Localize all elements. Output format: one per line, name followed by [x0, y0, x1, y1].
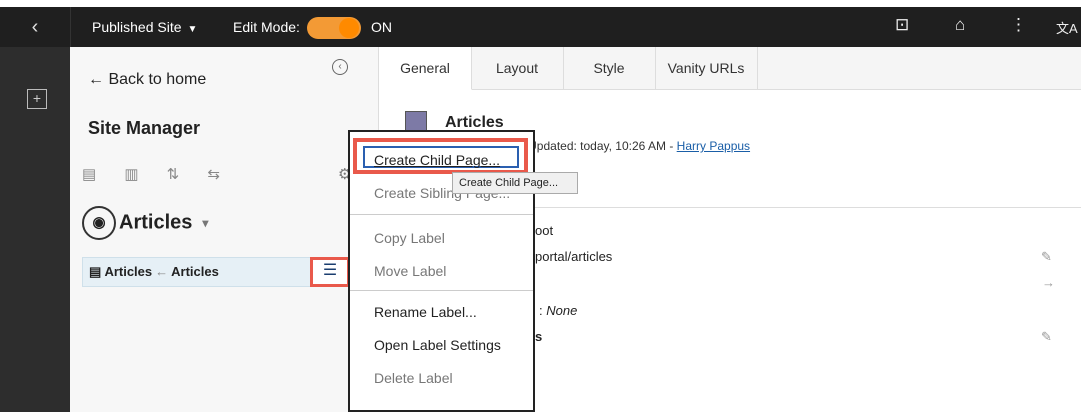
tree-label-b: Articles: [171, 264, 219, 279]
top-strip: [0, 0, 1081, 7]
menu-rename-label[interactable]: Rename Label...: [374, 304, 477, 320]
tree-tool-icons[interactable]: ▤ ▥ ⇅ ⇆: [82, 165, 232, 183]
prop-colon: :: [539, 303, 543, 318]
tree-row-label: ▤ Articles ← Articles: [89, 264, 219, 280]
site-manager-sidebar: ← Back to home ‹ Site Manager ▤ ▥ ⇅ ⇆ ⚙ …: [70, 47, 379, 412]
globe-icon: ◉: [82, 206, 116, 240]
menu-divider: [350, 214, 533, 215]
page-preview-icon[interactable]: ⊡: [895, 15, 909, 35]
row-menu-icon[interactable]: ☰: [310, 257, 350, 287]
arrow-left-small-icon: ←: [155, 264, 169, 279]
top-bar: ‹ Published Site ▼ Edit Mode: ON ⊡ ⌂ ⋮ 文A: [0, 7, 1081, 47]
back-to-home-link[interactable]: ← Back to home: [88, 71, 206, 89]
page-meta: ed |Updated: today, 10:26 AM - Harry Pap…: [505, 139, 750, 153]
prop-s-fragment: s: [535, 329, 543, 344]
collapse-panel-icon[interactable]: ‹: [332, 59, 348, 75]
edit-mode-label: Edit Mode:: [233, 19, 300, 35]
more-options-icon[interactable]: ⋮: [1010, 15, 1027, 35]
meta-updated: Updated: today, 10:26 AM -: [528, 139, 674, 153]
menu-copy-label[interactable]: Copy Label: [374, 230, 445, 246]
tab-vanity-urls[interactable]: Vanity URLs: [655, 47, 758, 89]
site-manager-title: Site Manager: [88, 118, 201, 138]
edit-mode-state: ON: [371, 19, 392, 35]
arrow-left-icon: ←: [88, 71, 104, 88]
tab-layout[interactable]: Layout: [471, 47, 564, 89]
tooltip: Create Child Page...: [452, 172, 578, 194]
menu-move-label[interactable]: Move Label: [374, 263, 446, 279]
tab-style[interactable]: Style: [563, 47, 656, 89]
pencil-icon-2[interactable]: ✎: [1041, 329, 1052, 345]
meta-user-link[interactable]: Harry Pappus: [677, 139, 750, 153]
translate-icon[interactable]: 文A: [1056, 18, 1078, 37]
menu-delete-label[interactable]: Delete Label: [374, 370, 453, 386]
menu-create-child-page[interactable]: Create Child Page...: [374, 152, 500, 168]
add-panel-icon[interactable]: +: [27, 89, 47, 109]
chevron-down-icon: ▾: [202, 216, 209, 230]
menu-divider: [350, 290, 533, 291]
published-site-dropdown[interactable]: Published Site ▼: [92, 19, 197, 35]
page-tree-icon: ▤: [89, 264, 102, 279]
prop-path: portal/articles: [535, 249, 613, 264]
tab-bar: General Layout Style Vanity URLs: [379, 47, 1081, 90]
back-to-home-label: Back to home: [108, 71, 207, 88]
pencil-icon[interactable]: ✎: [1041, 249, 1052, 265]
published-site-label: Published Site: [92, 19, 182, 35]
prop-none: : None: [539, 303, 577, 318]
tab-general[interactable]: General: [379, 47, 472, 90]
edit-mode-toggle[interactable]: [307, 17, 361, 39]
site-selector[interactable]: ◉ Articles ▾: [82, 206, 208, 240]
tree-label-a: Articles: [104, 264, 153, 279]
arrow-right-icon[interactable]: →: [1042, 275, 1055, 290]
site-name: Articles: [119, 211, 193, 234]
chevron-down-icon: ▼: [187, 24, 198, 35]
toggle-knob: [339, 18, 359, 38]
back-chevron-icon[interactable]: ‹: [0, 7, 71, 47]
prop-none-value: None: [546, 303, 578, 318]
menu-open-label-settings[interactable]: Open Label Settings: [374, 337, 501, 353]
home-icon[interactable]: ⌂: [955, 15, 965, 35]
prop-root: oot: [535, 223, 554, 238]
left-rail: +: [0, 47, 70, 412]
